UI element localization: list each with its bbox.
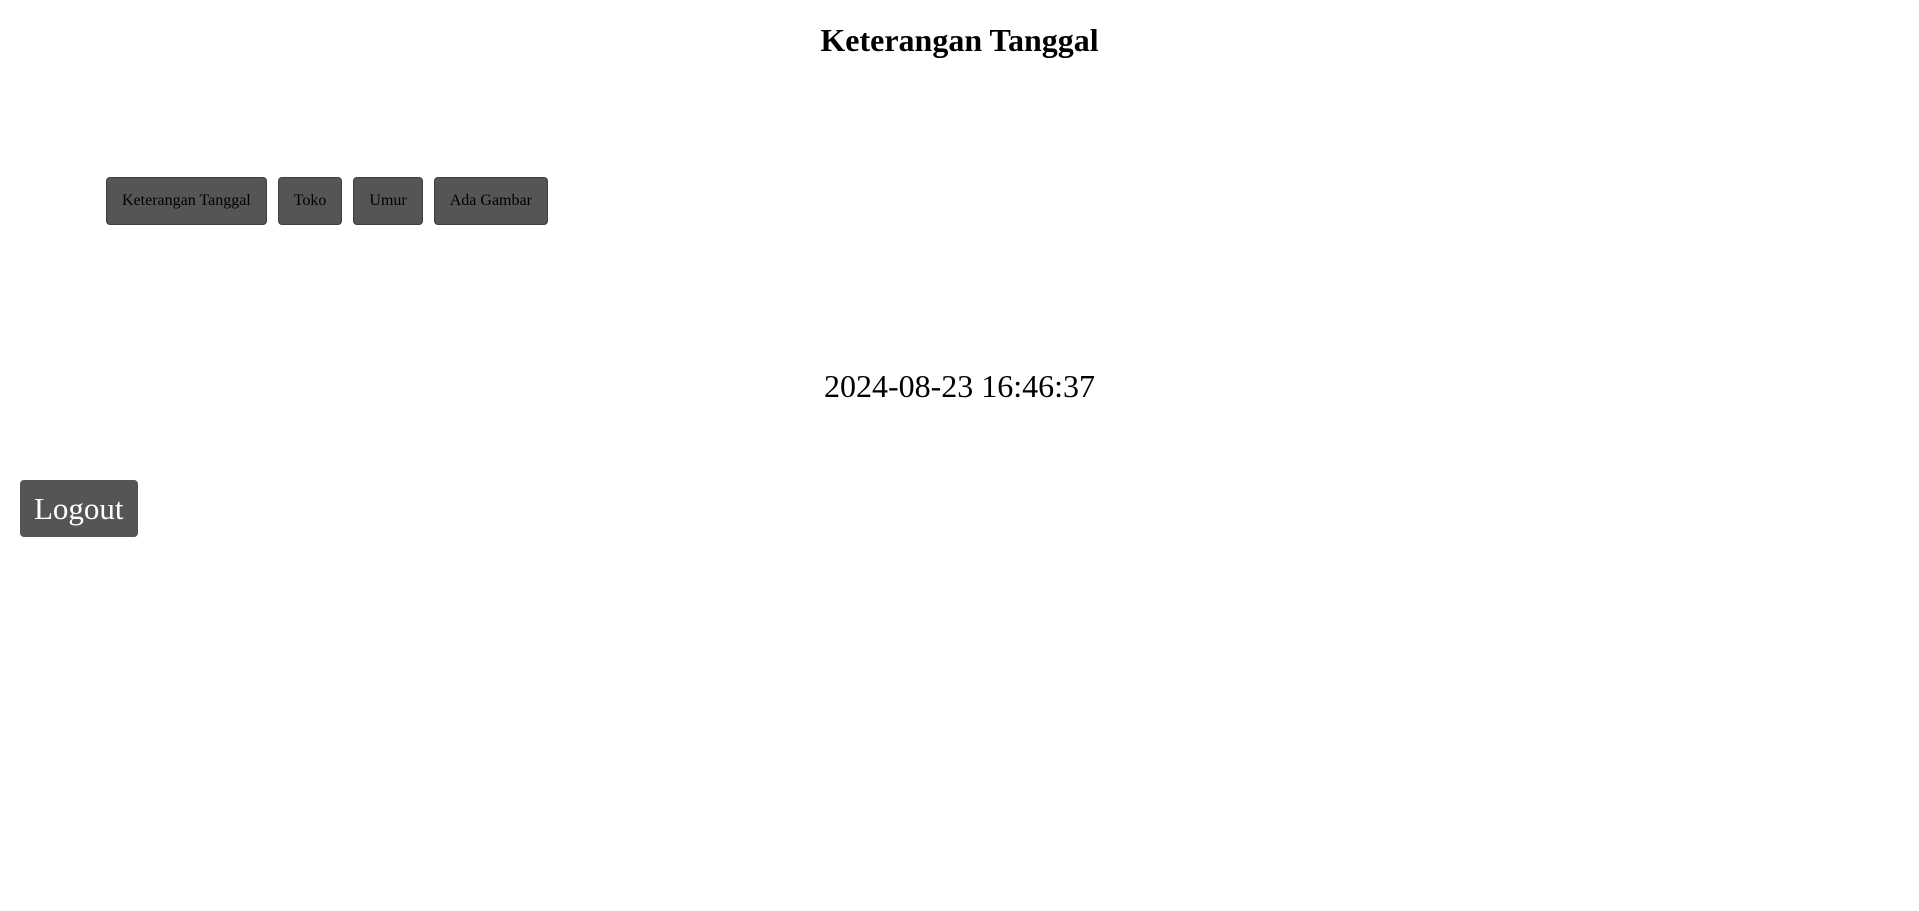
nav-button-toko[interactable]: Toko: [277, 177, 343, 225]
nav-bar: Keterangan Tanggal Toko Umur Ada Gambar: [106, 177, 548, 225]
current-datetime: 2024-08-23 16:46:37: [823, 368, 1096, 404]
logout-button[interactable]: Logout: [20, 480, 138, 537]
page: Keterangan Tanggal Keterangan Tanggal To…: [0, 0, 1919, 911]
nav-button-umur[interactable]: Umur: [353, 177, 423, 225]
page-title: Keterangan Tanggal: [820, 22, 1099, 58]
nav-button-ada-gambar[interactable]: Ada Gambar: [433, 177, 548, 225]
nav-button-keterangan-tanggal[interactable]: Keterangan Tanggal: [106, 177, 267, 225]
